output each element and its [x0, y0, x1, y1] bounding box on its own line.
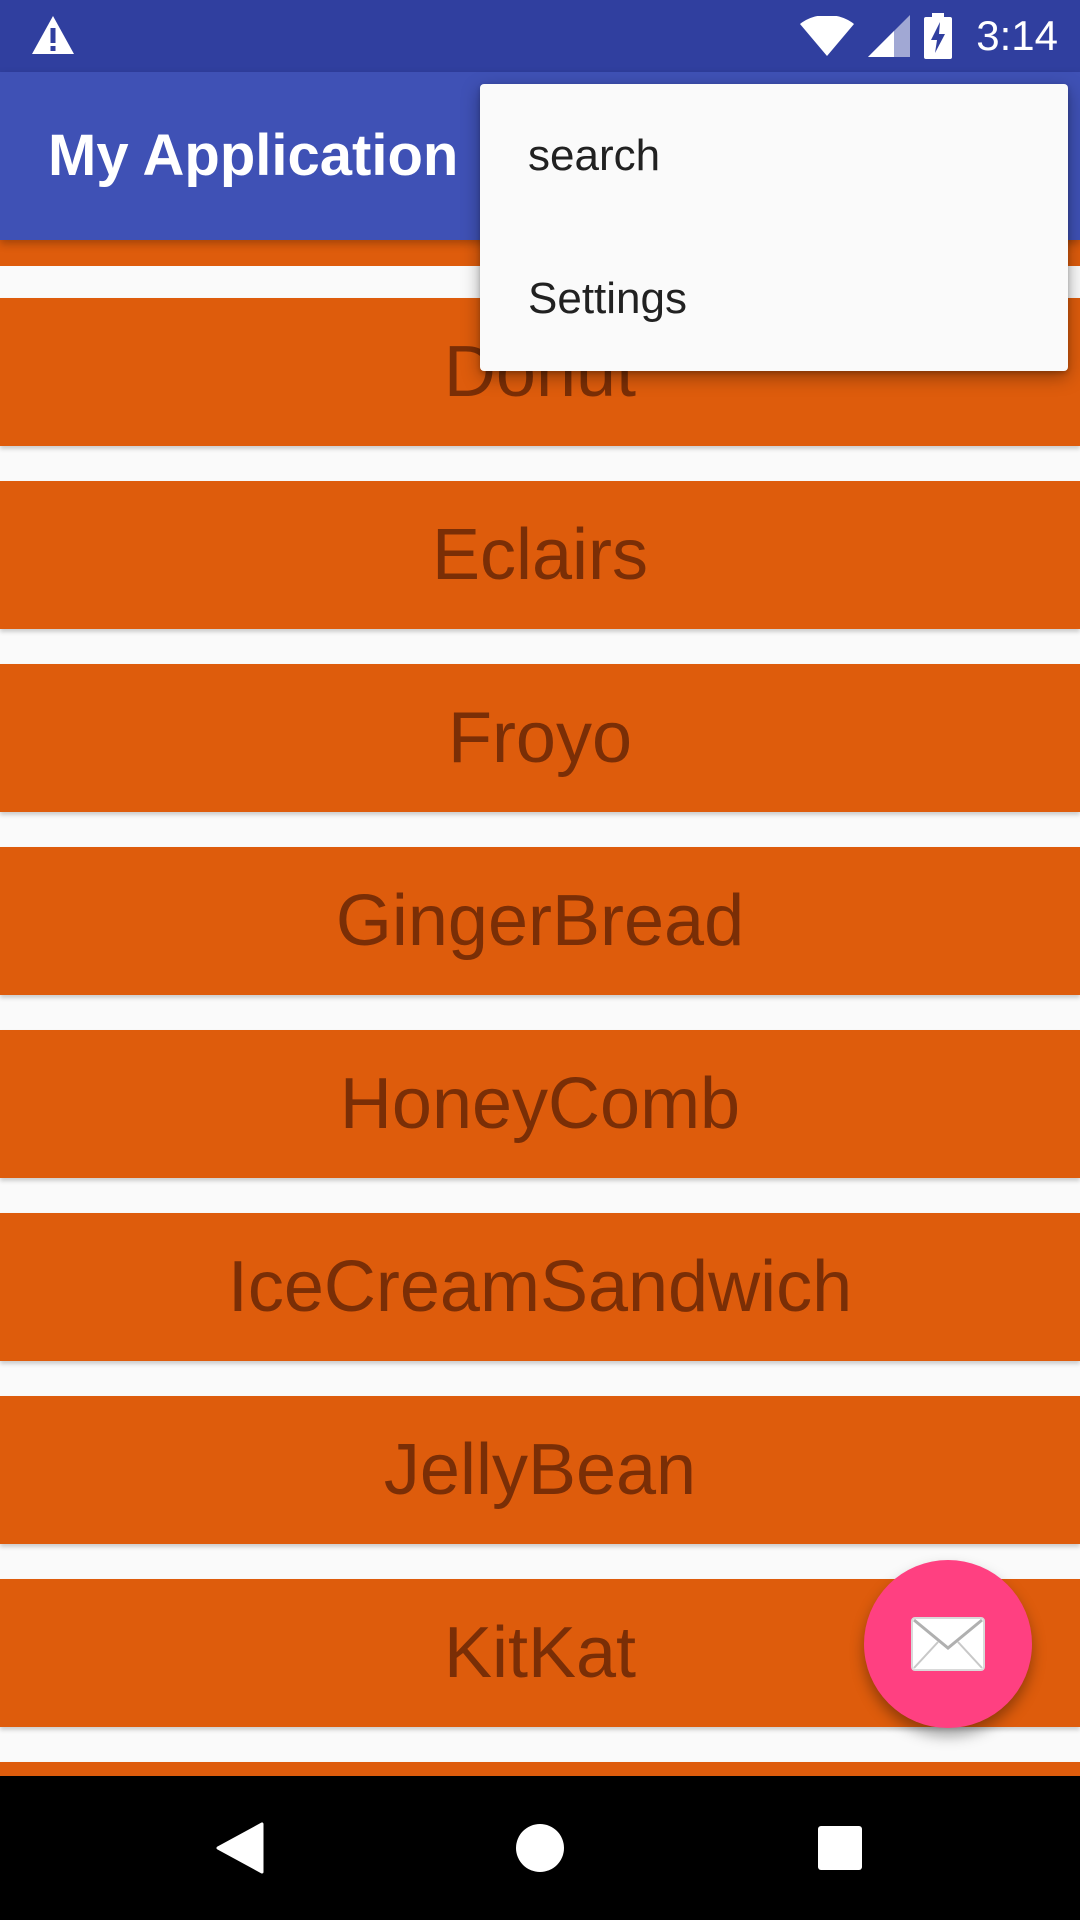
menu-item-search[interactable]: search [480, 84, 1068, 227]
mail-fab-button[interactable] [864, 1560, 1032, 1728]
list-item[interactable]: GingerBread [0, 847, 1080, 995]
status-time: 3:14 [976, 12, 1058, 59]
list-item[interactable]: IceCreamSandwich [0, 1213, 1080, 1361]
status-bar: 3:14 [0, 0, 1080, 72]
list-item-label: GingerBread [335, 881, 745, 961]
home-button[interactable] [490, 1798, 590, 1898]
list-item[interactable]: JellyBean [0, 1396, 1080, 1544]
cell-signal-icon [868, 15, 911, 57]
list-item-label: KitKat [443, 1613, 637, 1693]
menu-item-settings[interactable]: Settings [480, 227, 1068, 370]
warning-icon [32, 16, 74, 54]
list-item-label: IceCreamSandwich [227, 1247, 853, 1327]
list-item-label: Eclairs [431, 515, 649, 595]
back-icon [216, 1822, 264, 1874]
list-item-label: Froyo [447, 698, 633, 778]
list-item-partial[interactable] [0, 1762, 1080, 1776]
list-item[interactable]: Froyo [0, 664, 1080, 812]
back-button[interactable] [190, 1798, 290, 1898]
app-title: My Application [48, 123, 459, 188]
item-list[interactable]: Donut Eclairs Froyo GingerBread HoneyCom… [0, 240, 1080, 1776]
wifi-icon [800, 16, 855, 56]
navigation-bar [0, 1776, 1080, 1920]
overflow-menu: search Settings [480, 84, 1068, 371]
list-item[interactable]: Eclairs [0, 481, 1080, 629]
list-item-label: JellyBean [383, 1430, 697, 1510]
list-item-label: HoneyComb [339, 1064, 741, 1144]
recents-icon [818, 1826, 862, 1870]
battery-charging-icon [924, 13, 953, 59]
list-item[interactable]: HoneyComb [0, 1030, 1080, 1178]
home-icon [516, 1824, 564, 1872]
status-icons: 3:14 [800, 0, 1058, 72]
recents-button[interactable] [790, 1798, 890, 1898]
mail-icon [911, 1617, 985, 1671]
